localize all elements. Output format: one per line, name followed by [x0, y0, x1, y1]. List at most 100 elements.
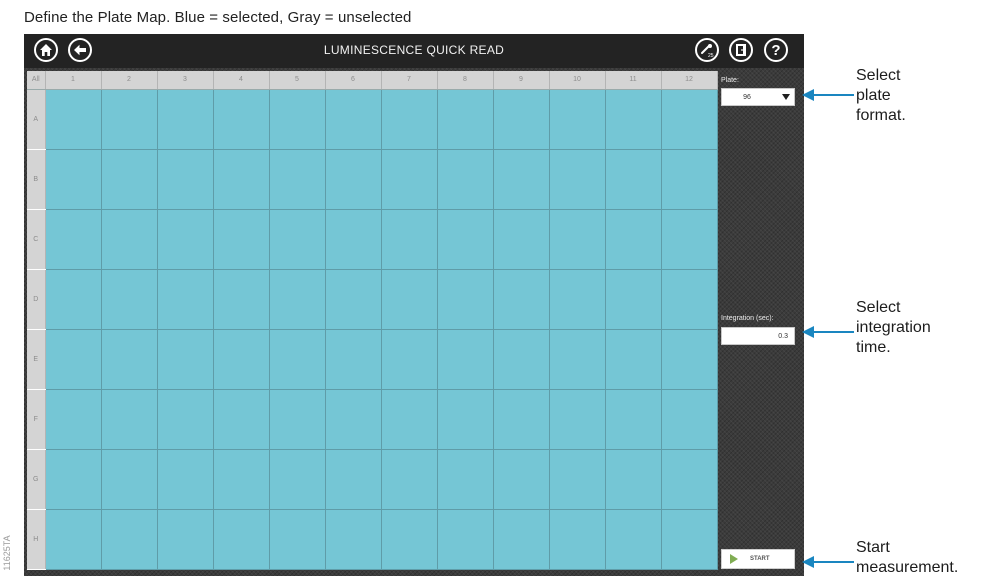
plate-well[interactable]: [268, 388, 326, 450]
plate-well[interactable]: [436, 508, 494, 570]
column-header[interactable]: 4: [213, 71, 270, 90]
column-header[interactable]: 3: [157, 71, 214, 90]
plate-well[interactable]: [156, 268, 214, 330]
plate-well[interactable]: [156, 328, 214, 390]
plate-well[interactable]: [212, 388, 270, 450]
column-header[interactable]: 12: [661, 71, 718, 90]
plate-well[interactable]: [660, 148, 718, 210]
plate-well[interactable]: [156, 508, 214, 570]
plate-well[interactable]: [548, 88, 606, 150]
plate-well[interactable]: [604, 88, 662, 150]
column-header[interactable]: 7: [381, 71, 438, 90]
plate-well[interactable]: [100, 148, 158, 210]
plate-well[interactable]: [212, 208, 270, 270]
plate-well[interactable]: [660, 328, 718, 390]
plate-well[interactable]: [548, 208, 606, 270]
plate-well[interactable]: [44, 388, 102, 450]
plate-well[interactable]: [268, 148, 326, 210]
plate-well[interactable]: [660, 268, 718, 330]
plate-well[interactable]: [436, 448, 494, 510]
plate-well[interactable]: [100, 208, 158, 270]
plate-well[interactable]: [604, 388, 662, 450]
plate-well[interactable]: [44, 88, 102, 150]
plate-well[interactable]: [492, 208, 550, 270]
plate-well[interactable]: [548, 388, 606, 450]
plate-well[interactable]: [436, 268, 494, 330]
plate-well[interactable]: [548, 508, 606, 570]
plate-well[interactable]: [492, 148, 550, 210]
column-header[interactable]: 2: [101, 71, 158, 90]
plate-well[interactable]: [324, 388, 382, 450]
plate-well[interactable]: [100, 388, 158, 450]
plate-well[interactable]: [44, 448, 102, 510]
plate-well[interactable]: [212, 88, 270, 150]
plate-well[interactable]: [44, 508, 102, 570]
plate-well[interactable]: [660, 88, 718, 150]
plate-well[interactable]: [660, 208, 718, 270]
plate-well[interactable]: [324, 148, 382, 210]
plate-well[interactable]: [100, 448, 158, 510]
plate-well[interactable]: [156, 388, 214, 450]
plate-well[interactable]: [268, 508, 326, 570]
plate-well[interactable]: [380, 328, 438, 390]
plate-well[interactable]: [436, 388, 494, 450]
row-header[interactable]: C: [27, 209, 46, 270]
plate-well[interactable]: [100, 508, 158, 570]
plate-well[interactable]: [548, 268, 606, 330]
plate-well[interactable]: [492, 88, 550, 150]
plate-well[interactable]: [436, 208, 494, 270]
plate-well[interactable]: [324, 88, 382, 150]
plate-well[interactable]: [156, 88, 214, 150]
start-button[interactable]: START: [721, 549, 795, 569]
plate-well[interactable]: [212, 508, 270, 570]
row-header[interactable]: H: [27, 509, 46, 570]
plate-well[interactable]: [212, 148, 270, 210]
plate-well[interactable]: [548, 448, 606, 510]
plate-well[interactable]: [268, 448, 326, 510]
plate-well[interactable]: [436, 88, 494, 150]
plate-well[interactable]: [492, 448, 550, 510]
plate-well[interactable]: [212, 268, 270, 330]
plate-well[interactable]: [604, 328, 662, 390]
plate-well[interactable]: [212, 448, 270, 510]
plate-well[interactable]: [492, 508, 550, 570]
column-header[interactable]: 10: [549, 71, 606, 90]
plate-well[interactable]: [100, 328, 158, 390]
plate-well[interactable]: [604, 448, 662, 510]
plate-well[interactable]: [324, 328, 382, 390]
column-header[interactable]: 11: [605, 71, 662, 90]
help-button[interactable]: ?: [764, 38, 788, 62]
plate-well[interactable]: [380, 448, 438, 510]
plate-well[interactable]: [660, 448, 718, 510]
column-header[interactable]: 5: [269, 71, 326, 90]
row-header[interactable]: A: [27, 89, 46, 150]
plate-well[interactable]: [44, 208, 102, 270]
row-header[interactable]: B: [27, 149, 46, 210]
plate-well[interactable]: [604, 208, 662, 270]
plate-well[interactable]: [44, 328, 102, 390]
plate-well[interactable]: [100, 268, 158, 330]
plate-well[interactable]: [212, 328, 270, 390]
plate-well[interactable]: [268, 268, 326, 330]
plate-well[interactable]: [380, 88, 438, 150]
row-header[interactable]: E: [27, 329, 46, 390]
plate-well[interactable]: [324, 208, 382, 270]
plate-well[interactable]: [156, 208, 214, 270]
plate-well[interactable]: [268, 328, 326, 390]
plate-well[interactable]: [548, 328, 606, 390]
column-header[interactable]: 9: [493, 71, 550, 90]
plate-well[interactable]: [156, 448, 214, 510]
plate-well[interactable]: [604, 148, 662, 210]
plate-well[interactable]: [380, 268, 438, 330]
column-header[interactable]: 6: [325, 71, 382, 90]
plate-well[interactable]: [604, 268, 662, 330]
plate-well[interactable]: [324, 448, 382, 510]
plate-well[interactable]: [380, 148, 438, 210]
plate-format-dropdown[interactable]: 96: [721, 88, 795, 106]
plate-well[interactable]: [660, 508, 718, 570]
plate-well[interactable]: [604, 508, 662, 570]
row-header[interactable]: G: [27, 449, 46, 510]
plate-well[interactable]: [268, 88, 326, 150]
integration-time-input[interactable]: 0.3: [721, 327, 795, 345]
plate-well[interactable]: [548, 148, 606, 210]
